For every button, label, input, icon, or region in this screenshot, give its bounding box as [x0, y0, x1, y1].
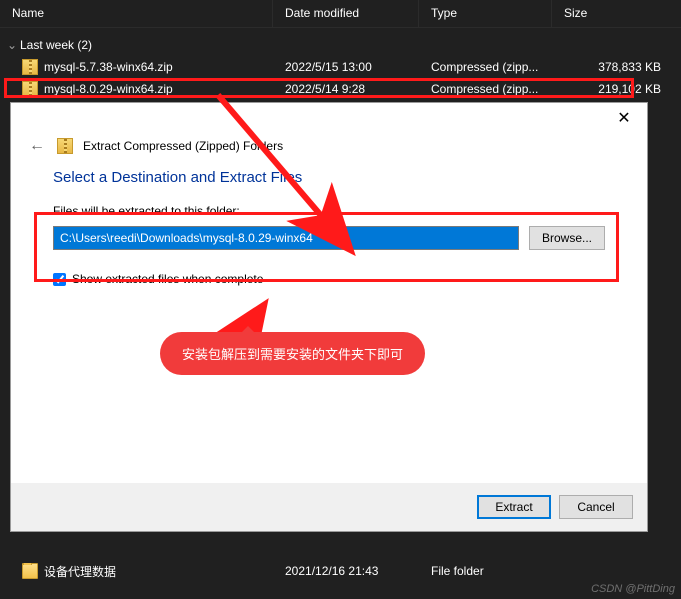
file-date: 2021/12/16 21:43: [273, 564, 419, 578]
browse-button[interactable]: Browse...: [529, 226, 605, 250]
zip-icon: [57, 138, 73, 154]
col-date[interactable]: Date modified: [273, 0, 419, 27]
zip-icon: [22, 59, 38, 75]
checkbox-label: Show extracted files when complete: [72, 272, 263, 286]
chevron-down-icon: ⌄: [6, 38, 18, 52]
dialog-footer: Extract Cancel: [11, 483, 647, 531]
watermark: CSDN @PittDing: [591, 583, 675, 595]
table-row[interactable]: mysql-5.7.38-winx64.zip 2022/5/15 13:00 …: [0, 56, 681, 78]
file-type: Compressed (zipp...: [419, 60, 552, 74]
close-icon: ✕: [617, 108, 630, 128]
extract-path-input[interactable]: [53, 226, 519, 250]
dialog-header: ← Extract Compressed (Zipped) Folders: [11, 133, 647, 169]
back-icon[interactable]: ←: [29, 137, 47, 155]
col-type[interactable]: Type: [419, 0, 552, 27]
zip-icon: [22, 81, 38, 97]
close-button[interactable]: ✕: [601, 103, 647, 133]
dialog-heading: Select a Destination and Extract Files: [53, 169, 605, 186]
dialog-titlebar: ✕: [11, 103, 647, 133]
file-type: File folder: [419, 564, 552, 578]
file-type: Compressed (zipp...: [419, 82, 552, 96]
group-header[interactable]: ⌄ Last week (2): [0, 28, 681, 56]
folder-icon: [22, 563, 38, 579]
file-name: 设备代理数据: [44, 563, 116, 580]
file-explorer: Name Date modified Type Size ⌄ Last week…: [0, 0, 681, 599]
file-date: 2022/5/14 9:28: [273, 82, 419, 96]
file-date: 2022/5/15 13:00: [273, 60, 419, 74]
show-extracted-checkbox[interactable]: Show extracted files when complete: [53, 272, 605, 286]
dialog-title: Extract Compressed (Zipped) Folders: [83, 139, 283, 153]
col-name[interactable]: Name: [0, 0, 273, 27]
file-size: 378,833 KB: [552, 60, 681, 74]
dialog-body: Select a Destination and Extract Files F…: [11, 169, 647, 483]
cancel-button[interactable]: Cancel: [559, 495, 633, 519]
extract-button[interactable]: Extract: [477, 495, 551, 519]
file-size: 219,102 KB: [552, 82, 681, 96]
col-size[interactable]: Size: [552, 0, 681, 27]
checkbox-icon[interactable]: [53, 273, 66, 286]
file-name: mysql-5.7.38-winx64.zip: [44, 60, 173, 74]
column-header-row: Name Date modified Type Size: [0, 0, 681, 28]
annotation-text: 安装包解压到需要安装的文件夹下即可: [182, 347, 403, 362]
group-label: Last week (2): [20, 38, 92, 52]
extract-dialog: ✕ ← Extract Compressed (Zipped) Folders …: [10, 102, 648, 532]
annotation-bubble: 安装包解压到需要安装的文件夹下即可: [160, 332, 425, 375]
file-name: mysql-8.0.29-winx64.zip: [44, 82, 173, 96]
path-label: Files will be extracted to this folder:: [53, 204, 605, 218]
table-row[interactable]: mysql-8.0.29-winx64.zip 2022/5/14 9:28 C…: [0, 78, 681, 100]
table-row[interactable]: 设备代理数据 2021/12/16 21:43 File folder: [0, 560, 681, 582]
